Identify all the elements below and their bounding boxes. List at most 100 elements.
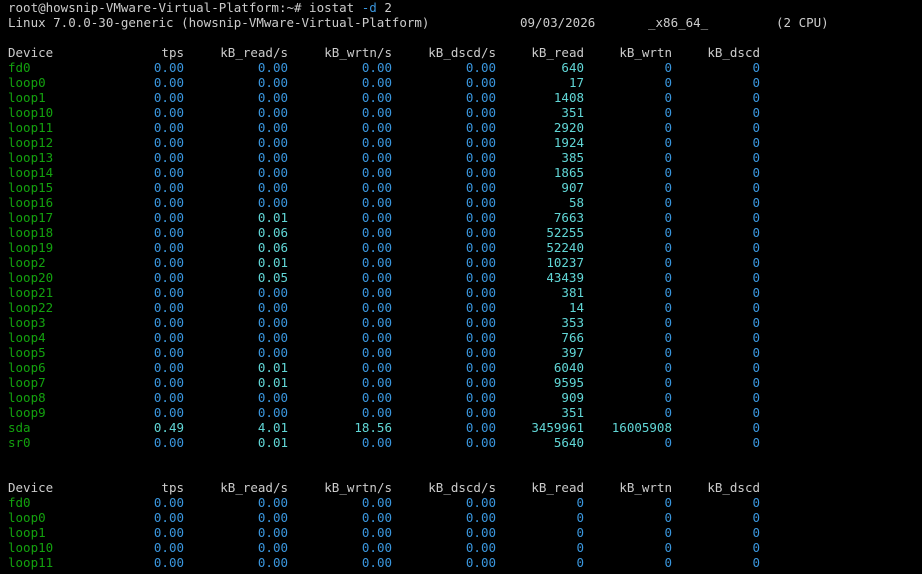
header-kb-dscd-per-s: kB_dscd/s — [428, 480, 496, 495]
device-row: loop0 0.00 0.00 0.00 0.00 17 0 0 — [0, 75, 922, 90]
cell-tps: 0.00 — [153, 255, 184, 270]
cell-kb-dscd-per-s: 0.00 — [465, 270, 496, 285]
header-kb-dscd-per-s: kB_dscd/s — [428, 45, 496, 60]
device-row: loop19 0.00 0.06 0.00 0.00 52240 0 0 — [0, 240, 922, 255]
cell-kb-wrtn-per-s: 0.00 — [361, 75, 392, 90]
cell-tps: 0.00 — [153, 315, 184, 330]
header-row: Device tps kB_read/s kB_wrtn/s kB_dscd/s kB_r… — [0, 45, 922, 60]
cell-kb-dscd: 0 — [752, 555, 760, 570]
cell-kb-dscd-per-s: 0.00 — [465, 375, 496, 390]
cell-tps: 0.00 — [153, 525, 184, 540]
cell-kb-read-per-s: 0.00 — [257, 330, 288, 345]
cell-kb-dscd: 0 — [752, 435, 760, 450]
cell-kb-read-per-s: 0.06 — [257, 225, 288, 240]
sysinfo-date: 09/03/2026 — [520, 15, 596, 30]
cell-kb-read-per-s: 0.00 — [257, 510, 288, 525]
device-row: loop7 0.00 0.01 0.00 0.00 9595 0 0 — [0, 375, 922, 390]
cell-kb-read-per-s: 0.01 — [257, 375, 288, 390]
cell-kb-read-per-s: 0.00 — [257, 300, 288, 315]
prompt-user-host: root@howsnip-VMware-Virtual-Platform — [8, 0, 279, 15]
cell-tps: 0.00 — [153, 300, 184, 315]
device-row: loop11 0.00 0.00 0.00 0.00 2920 0 0 — [0, 120, 922, 135]
cell-kb-read-per-s: 0.06 — [257, 240, 288, 255]
cell-tps: 0.00 — [153, 405, 184, 420]
device-row: loop10 0.00 0.00 0.00 0.00 0 0 0 — [0, 540, 922, 555]
device-row: loop8 0.00 0.00 0.00 0.00 909 0 0 — [0, 390, 922, 405]
cell-kb-read: 353 — [561, 315, 584, 330]
cell-tps: 0.49 — [153, 420, 184, 435]
cell-kb-read: 381 — [561, 285, 584, 300]
sysinfo-cpus: (2 CPU) — [776, 15, 829, 30]
cell-kb-wrtn-per-s: 0.00 — [361, 105, 392, 120]
cell-kb-wrtn-per-s: 0.00 — [361, 255, 392, 270]
cell-kb-read: 2920 — [553, 120, 584, 135]
cell-kb-read-per-s: 0.05 — [257, 270, 288, 285]
cell-kb-wrtn-per-s: 0.00 — [361, 555, 392, 570]
cell-kb-dscd-per-s: 0.00 — [465, 150, 496, 165]
device-row: loop17 0.00 0.01 0.00 0.00 7663 0 0 — [0, 210, 922, 225]
cell-kb-read-per-s: 0.00 — [257, 345, 288, 360]
header-kb-wrtn: kB_wrtn — [619, 480, 672, 495]
header-kb-wrtn-per-s: kB_wrtn/s — [324, 45, 392, 60]
device-row: fd0 0.00 0.00 0.00 0.00 640 0 0 — [0, 60, 922, 75]
cell-kb-read-per-s: 0.00 — [257, 405, 288, 420]
cell-kb-dscd-per-s: 0.00 — [465, 240, 496, 255]
cell-kb-wrtn-per-s: 0.00 — [361, 405, 392, 420]
cell-kb-read-per-s: 0.00 — [257, 540, 288, 555]
cell-kb-read-per-s: 0.01 — [257, 360, 288, 375]
cell-kb-wrtn: 0 — [664, 375, 672, 390]
device-row: loop12 0.00 0.00 0.00 0.00 1924 0 0 — [0, 135, 922, 150]
cell-kb-read-per-s: 0.00 — [257, 90, 288, 105]
device-row: fd0 0.00 0.00 0.00 0.00 0 0 0 — [0, 495, 922, 510]
cell-kb-read-per-s: 4.01 — [257, 420, 288, 435]
device-row: loop13 0.00 0.00 0.00 0.00 385 0 0 — [0, 150, 922, 165]
cell-kb-dscd-per-s: 0.00 — [465, 525, 496, 540]
cell-kb-dscd-per-s: 0.00 — [465, 120, 496, 135]
cell-tps: 0.00 — [153, 105, 184, 120]
cell-kb-dscd-per-s: 0.00 — [465, 60, 496, 75]
cell-kb-read-per-s: 0.00 — [257, 150, 288, 165]
cell-kb-wrtn-per-s: 0.00 — [361, 525, 392, 540]
cell-kb-dscd: 0 — [752, 405, 760, 420]
device-row: loop6 0.00 0.01 0.00 0.00 6040 0 0 — [0, 360, 922, 375]
header-kb-read: kB_read — [531, 480, 584, 495]
cell-kb-read: 907 — [561, 180, 584, 195]
device-row: loop3 0.00 0.00 0.00 0.00 353 0 0 — [0, 315, 922, 330]
cell-tps: 0.00 — [153, 60, 184, 75]
cell-tps: 0.00 — [153, 165, 184, 180]
cell-kb-read-per-s: 0.00 — [257, 120, 288, 135]
cell-kb-wrtn-per-s: 0.00 — [361, 360, 392, 375]
cell-kb-wrtn: 0 — [664, 180, 672, 195]
cell-kb-dscd: 0 — [752, 360, 760, 375]
cell-tps: 0.00 — [153, 495, 184, 510]
cell-kb-dscd: 0 — [752, 255, 760, 270]
cell-kb-read-per-s: 0.00 — [257, 60, 288, 75]
prompt-path: :~# — [278, 0, 302, 15]
cell-tps: 0.00 — [153, 510, 184, 525]
device-row: loop21 0.00 0.00 0.00 0.00 381 0 0 — [0, 285, 922, 300]
cell-kb-read: 5640 — [553, 435, 584, 450]
cell-tps: 0.00 — [153, 225, 184, 240]
cell-kb-read: 3459961 — [531, 420, 584, 435]
cell-kb-wrtn-per-s: 0.00 — [361, 135, 392, 150]
cell-kb-wrtn-per-s: 0.00 — [361, 285, 392, 300]
cell-kb-dscd: 0 — [752, 315, 760, 330]
cell-kb-read-per-s: 0.01 — [257, 255, 288, 270]
header-kb-read-per-s: kB_read/s — [220, 45, 288, 60]
cell-kb-dscd-per-s: 0.00 — [465, 165, 496, 180]
device-row: loop5 0.00 0.00 0.00 0.00 397 0 0 — [0, 345, 922, 360]
cell-kb-wrtn-per-s: 0.00 — [361, 315, 392, 330]
terminal-window[interactable]: root@howsnip-VMware-Virtual-Platform:~# … — [0, 0, 922, 574]
cell-tps: 0.00 — [153, 210, 184, 225]
cell-kb-wrtn: 0 — [664, 195, 672, 210]
cell-kb-wrtn-per-s: 0.00 — [361, 150, 392, 165]
cell-kb-wrtn-per-s: 0.00 — [361, 390, 392, 405]
device-row: loop22 0.00 0.00 0.00 0.00 14 0 0 — [0, 300, 922, 315]
cell-kb-dscd: 0 — [752, 285, 760, 300]
cell-kb-wrtn: 0 — [664, 90, 672, 105]
cell-kb-read-per-s: 0.00 — [257, 495, 288, 510]
cell-kb-dscd-per-s: 0.00 — [465, 330, 496, 345]
sysinfo-kernel: Linux 7.0.0-30-generic (howsnip-VMware-V… — [8, 15, 430, 30]
cell-kb-read: 43439 — [546, 270, 584, 285]
